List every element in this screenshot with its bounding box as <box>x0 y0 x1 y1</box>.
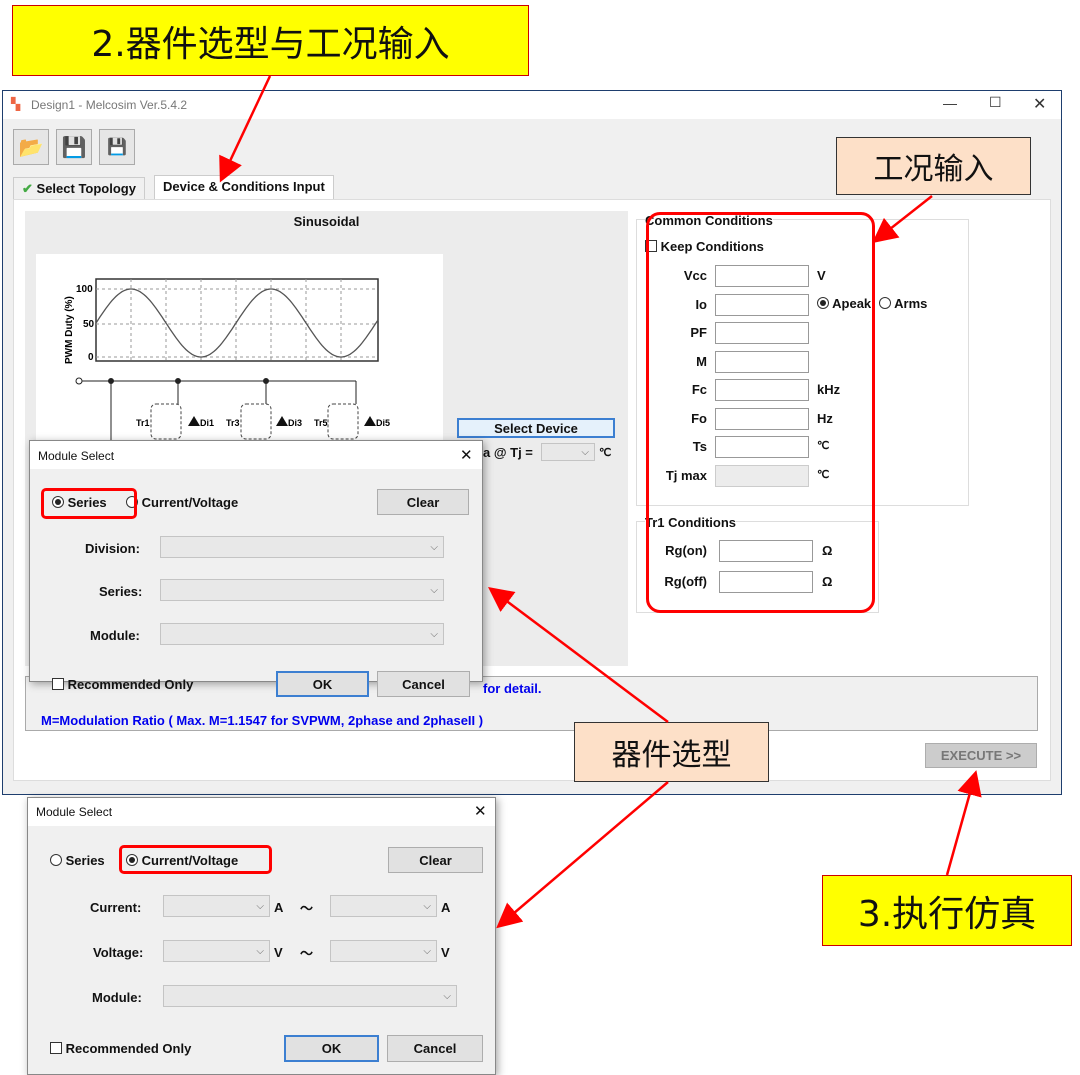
clear-button[interactable]: Clear <box>377 489 469 515</box>
annotation-conditions: 工况输入 <box>836 137 1031 195</box>
pwm-chart: 100 50 0 PWM Duty (%) Tr1 Di1 Tr3 Di3 Tr5 D… <box>64 278 390 454</box>
execute-button[interactable]: EXECUTE >> <box>925 743 1037 768</box>
ytick: 100 <box>76 284 93 295</box>
annotation-device-select: 器件选型 <box>574 722 769 782</box>
voltage-min-select[interactable]: ⌵ <box>163 940 270 962</box>
device-label: Tr1 <box>136 418 150 428</box>
close-icon[interactable]: ✕ <box>460 446 473 464</box>
ytick: 50 <box>83 319 95 330</box>
device-label: Tr3 <box>226 418 240 428</box>
minimize-button[interactable]: — <box>943 95 957 111</box>
module-select[interactable]: ⌵ <box>160 623 444 645</box>
highlight-conditions <box>646 212 875 613</box>
unit-a: A <box>441 900 451 915</box>
close-button[interactable]: ✕ <box>1033 94 1046 114</box>
y-axis-label: PWM Duty (%) <box>64 296 75 364</box>
ytick: 0 <box>88 352 94 363</box>
note-line: M=Modulation Ratio ( Max. M=1.1547 for S… <box>41 713 484 728</box>
window-title: Design1 - Melcosim Ver.5.4.2 <box>31 98 188 112</box>
highlight-current-voltage <box>119 845 272 874</box>
close-icon[interactable]: ✕ <box>474 802 487 820</box>
unit-a: A <box>274 900 284 915</box>
recommended-only-checkbox[interactable]: Recommended Only <box>50 1041 191 1056</box>
title-bar: ▚ Design1 - Melcosim Ver.5.4.2 — ☐ ✕ <box>3 91 1061 119</box>
voltage-max-select[interactable]: ⌵ <box>330 940 437 962</box>
save-icon: 💾 <box>61 136 87 159</box>
ok-button[interactable]: OK <box>276 671 369 697</box>
tj-select[interactable]: ⌵ <box>541 443 595 461</box>
maximize-button[interactable]: ☐ <box>989 94 1002 111</box>
tab-select-topology[interactable]: ✔ Select Topology <box>13 177 145 199</box>
annotation-step3: 3.执行仿真 <box>822 875 1072 946</box>
note-line: for detail. <box>483 681 542 696</box>
folder-open-icon: 📂 <box>18 136 44 159</box>
dialog-title: Module Select <box>36 805 113 819</box>
module-select-dialog-current-voltage: Module Select ✕ Series Current/Voltage C… <box>27 797 496 1075</box>
tab-label: Device & Conditions Input <box>163 179 325 194</box>
current-min-select[interactable]: ⌵ <box>163 895 270 917</box>
select-device-button[interactable]: Select Device <box>457 418 615 438</box>
save-as-icon: 💾 <box>107 139 127 156</box>
tab-label: Select Topology <box>36 181 136 196</box>
tj-label: a @ Tj = <box>483 445 533 460</box>
unit-v: V <box>441 945 450 960</box>
cancel-button[interactable]: Cancel <box>377 671 470 697</box>
cancel-button[interactable]: Cancel <box>387 1035 483 1062</box>
current-label: Current: <box>90 900 142 915</box>
save-button[interactable]: 💾 <box>56 129 92 165</box>
device-label: Di3 <box>288 418 302 428</box>
topology-title: Sinusoidal <box>293 214 360 229</box>
current-voltage-radio[interactable]: Current/Voltage <box>126 495 238 510</box>
range-tilde: ～ <box>300 901 314 916</box>
recommended-only-checkbox[interactable]: Recommended Only <box>52 677 193 692</box>
voltage-label: Voltage: <box>93 945 144 960</box>
tj-unit: ℃ <box>599 447 612 459</box>
device-label: Tr5 <box>314 418 328 428</box>
module-label: Module: <box>92 990 142 1005</box>
series-label: Series: <box>99 584 143 599</box>
device-label: Di5 <box>376 418 390 428</box>
circuit-diagram: 100 50 0 PWM Duty (%) Tr1 Di1 Tr3 Di3 Tr5 D… <box>36 254 443 454</box>
save-as-button[interactable]: 💾 <box>99 129 135 165</box>
range-tilde: ～ <box>300 946 314 961</box>
module-select-dialog-series: Module Select ✕ Series Current/Voltage C… <box>29 440 483 697</box>
arrow <box>496 781 669 929</box>
division-label: Division: <box>85 541 140 556</box>
tab-device-conditions[interactable]: Device & Conditions Input <box>154 175 334 200</box>
unit-v: V <box>274 945 283 960</box>
module-select[interactable]: ⌵ <box>163 985 457 1007</box>
series-select[interactable]: ⌵ <box>160 579 444 601</box>
app-icon: ▚ <box>11 97 21 111</box>
open-file-button[interactable]: 📂 <box>13 129 49 165</box>
dialog-title: Module Select <box>38 449 115 463</box>
current-max-select[interactable]: ⌵ <box>330 895 437 917</box>
clear-button[interactable]: Clear <box>388 847 483 873</box>
annotation-step2: 2.器件选型与工况输入 <box>12 5 529 76</box>
module-label: Module: <box>90 628 140 643</box>
series-radio[interactable]: Series <box>50 853 105 868</box>
division-select[interactable]: ⌵ <box>160 536 444 558</box>
device-label: Di1 <box>200 418 214 428</box>
check-icon: ✔ <box>22 181 33 196</box>
arms-radio[interactable]: Arms <box>879 296 927 311</box>
highlight-series <box>41 488 137 519</box>
ok-button[interactable]: OK <box>284 1035 379 1062</box>
